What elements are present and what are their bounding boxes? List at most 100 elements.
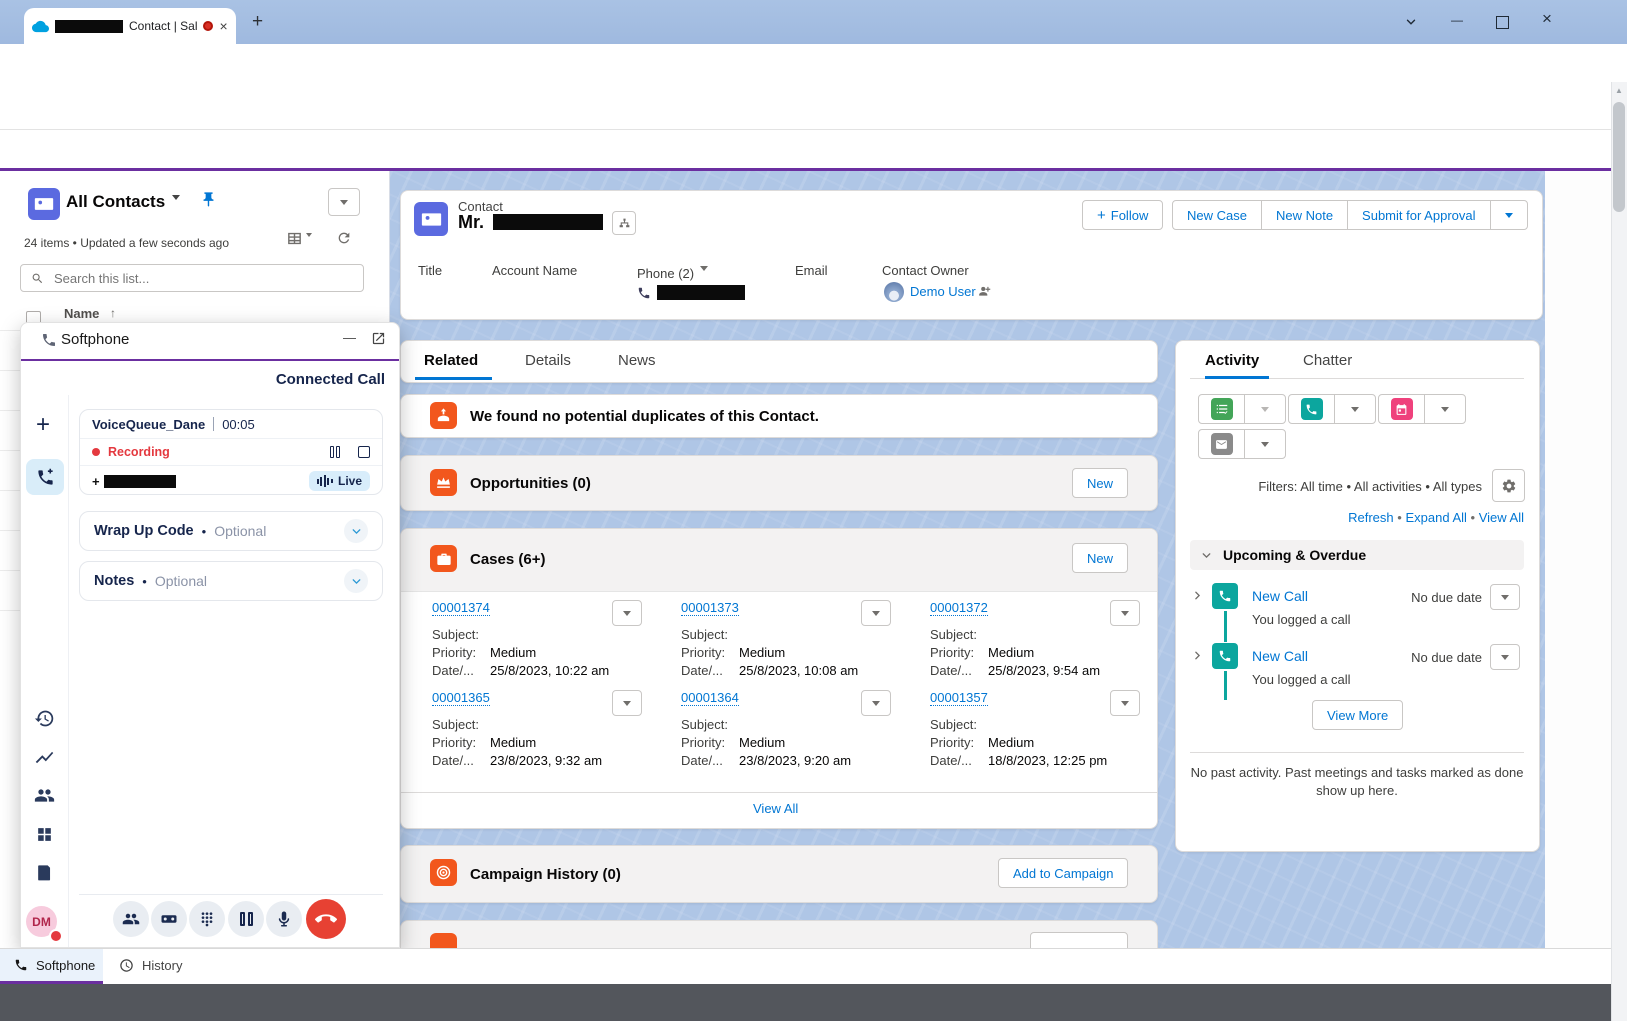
- activity-view-all-link[interactable]: View All: [1479, 510, 1524, 525]
- rail-history-icon[interactable]: [34, 708, 55, 729]
- end-call-button[interactable]: [306, 899, 346, 939]
- case-number-link[interactable]: 00001365: [432, 690, 490, 706]
- tab-activity[interactable]: Activity: [1205, 352, 1259, 369]
- list-refresh-icon[interactable]: [336, 230, 352, 246]
- rail-notes-icon[interactable]: [35, 863, 54, 882]
- rail-active-call-icon[interactable]: [26, 459, 64, 495]
- view-more-button[interactable]: View More: [1312, 700, 1403, 730]
- case-actions-dropdown-button[interactable]: [861, 690, 891, 716]
- window-close-button[interactable]: ×: [1536, 8, 1558, 30]
- list-actions-dropdown-button[interactable]: [328, 188, 360, 216]
- rail-chart-icon[interactable]: [34, 747, 55, 768]
- new-task-button[interactable]: [1199, 395, 1245, 423]
- page-scrollbar[interactable]: [1611, 82, 1627, 1021]
- submit-for-approval-button[interactable]: Submit for Approval: [1347, 201, 1489, 229]
- next-section-button-partial[interactable]: [1030, 932, 1128, 948]
- rail-apps-grid-icon[interactable]: [35, 825, 54, 844]
- case-number-link[interactable]: 00001374: [432, 600, 490, 616]
- browser-tab[interactable]: Contact | Sal ×: [24, 8, 236, 44]
- name-column-header[interactable]: Name: [64, 306, 99, 321]
- list-search-input[interactable]: [52, 270, 353, 287]
- utility-softphone-tab[interactable]: Softphone: [0, 949, 103, 981]
- notes-expand-icon[interactable]: [344, 569, 368, 593]
- wrapup-expand-icon[interactable]: [344, 519, 368, 543]
- scrollbar-thumb[interactable]: [1613, 102, 1625, 212]
- conference-button[interactable]: [113, 901, 149, 937]
- case-actions-dropdown-button[interactable]: [612, 690, 642, 716]
- timeline-expand-icon[interactable]: [1191, 589, 1204, 602]
- tab-news[interactable]: News: [618, 352, 656, 369]
- case-number-link[interactable]: 00001373: [681, 600, 739, 616]
- owner-link[interactable]: Demo User: [910, 284, 976, 299]
- new-case-button[interactable]: New Case: [1173, 201, 1261, 229]
- upcoming-overdue-header[interactable]: Upcoming & Overdue: [1190, 540, 1524, 570]
- tab-related[interactable]: Related: [424, 352, 478, 369]
- campaign-title[interactable]: Campaign History (0): [470, 866, 621, 883]
- wrapup-card[interactable]: Wrap Up Code • Optional: [79, 511, 383, 551]
- dialpad-button[interactable]: [189, 901, 225, 937]
- opportunities-title[interactable]: Opportunities (0): [470, 475, 591, 492]
- list-view-title[interactable]: All Contacts: [66, 192, 165, 212]
- rail-add-call-icon[interactable]: +: [36, 411, 50, 439]
- stop-recording-icon[interactable]: [358, 446, 370, 458]
- field-phone-label[interactable]: Phone (2): [637, 266, 694, 281]
- pin-icon[interactable]: [200, 191, 217, 208]
- new-tab-button[interactable]: +: [252, 12, 263, 31]
- timeline-item-title[interactable]: New Call: [1252, 588, 1308, 604]
- event-dropdown-button[interactable]: [1425, 395, 1465, 423]
- activity-filter-gear-button[interactable]: [1492, 469, 1525, 502]
- scrollbar-up-icon[interactable]: ▲: [1615, 86, 1623, 95]
- tab-details[interactable]: Details: [525, 352, 571, 369]
- list-view-dropdown-icon[interactable]: [172, 200, 180, 218]
- mute-mic-button[interactable]: [266, 901, 302, 937]
- case-number-link[interactable]: 00001357: [930, 690, 988, 706]
- voicemail-drop-button[interactable]: [151, 901, 187, 937]
- case-actions-dropdown-button[interactable]: [861, 600, 891, 626]
- tab-close-icon[interactable]: ×: [219, 19, 227, 33]
- cases-new-button[interactable]: New: [1072, 543, 1128, 573]
- display-as-icon[interactable]: [286, 230, 303, 247]
- hold-button[interactable]: [228, 901, 264, 937]
- tab-chatter[interactable]: Chatter: [1303, 352, 1352, 369]
- rail-contacts-icon[interactable]: [34, 785, 55, 806]
- timeline-item-title[interactable]: New Call: [1252, 648, 1308, 664]
- opportunities-new-button[interactable]: New: [1072, 468, 1128, 498]
- new-note-button[interactable]: New Note: [1261, 201, 1347, 229]
- timeline-item-dropdown-button[interactable]: [1490, 644, 1520, 670]
- email-dropdown-button[interactable]: [1245, 430, 1285, 458]
- cases-title[interactable]: Cases (6+): [470, 551, 545, 568]
- expand-all-link[interactable]: Expand All: [1405, 510, 1466, 525]
- case-number-link[interactable]: 00001364: [681, 690, 739, 706]
- follow-button[interactable]: + Follow: [1082, 200, 1163, 230]
- section-collapse-icon[interactable]: [1200, 549, 1213, 562]
- window-minimize-button[interactable]: —: [1446, 9, 1468, 31]
- timeline-item-dropdown-button[interactable]: [1490, 584, 1520, 610]
- email-button[interactable]: [1199, 430, 1245, 458]
- notes-card[interactable]: Notes • Optional: [79, 561, 383, 601]
- live-badge[interactable]: Live: [309, 471, 370, 491]
- timeline-expand-icon[interactable]: [1191, 649, 1204, 662]
- case-tile: 00001357 Subject: Priority:Medium Date/.…: [916, 690, 1140, 772]
- case-actions-dropdown-button[interactable]: [612, 600, 642, 626]
- log-call-button[interactable]: [1289, 395, 1335, 423]
- display-as-dropdown-icon[interactable]: [306, 237, 312, 255]
- pause-recording-icon[interactable]: [330, 446, 340, 458]
- new-event-button[interactable]: [1379, 395, 1425, 423]
- hierarchy-button[interactable]: [612, 211, 636, 235]
- case-number-link[interactable]: 00001372: [930, 600, 988, 616]
- utility-history-tab[interactable]: History: [103, 949, 218, 981]
- case-actions-dropdown-button[interactable]: [1110, 690, 1140, 716]
- window-chevron-icon[interactable]: [1400, 11, 1422, 33]
- list-search-box[interactable]: [20, 264, 364, 292]
- softphone-minimize-button[interactable]: —: [343, 330, 356, 345]
- change-owner-icon[interactable]: [978, 284, 992, 298]
- window-maximize-button[interactable]: [1491, 11, 1513, 33]
- cases-view-all-link[interactable]: View All: [753, 801, 798, 816]
- refresh-link[interactable]: Refresh: [1348, 510, 1394, 525]
- add-to-campaign-button[interactable]: Add to Campaign: [998, 858, 1128, 888]
- more-actions-dropdown-button[interactable]: [1490, 201, 1527, 229]
- case-actions-dropdown-button[interactable]: [1110, 600, 1140, 626]
- call-dropdown-button[interactable]: [1335, 395, 1375, 423]
- task-dropdown-button[interactable]: [1245, 395, 1285, 423]
- softphone-popout-icon[interactable]: [371, 331, 386, 346]
